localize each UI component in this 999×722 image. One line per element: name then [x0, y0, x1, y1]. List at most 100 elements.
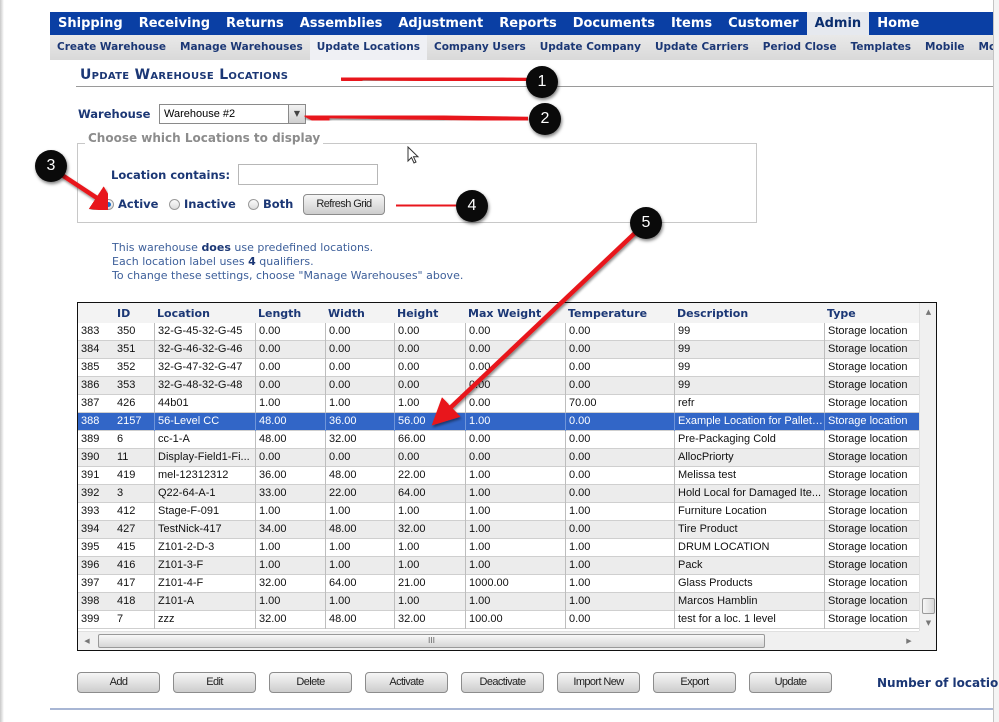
cell-height[interactable]: 1.00 [394, 593, 465, 611]
cell-max-weight[interactable]: 1.00 [465, 485, 565, 503]
cell-height[interactable]: 1.00 [394, 395, 465, 413]
cell-type[interactable]: Storage location [824, 539, 919, 557]
table-row[interactable]: 393 412 Stage-F-091 1.00 1.00 1.00 1.00 1.00 Fur… [78, 503, 919, 521]
main-nav-shipping[interactable]: Shipping [50, 12, 131, 35]
cell-height[interactable]: 0.00 [394, 449, 465, 467]
cell-max-weight[interactable]: 1000.00 [465, 575, 565, 593]
cell-row-number[interactable]: 394 [78, 521, 114, 539]
column-header-location[interactable]: Location [154, 303, 255, 323]
delete-button[interactable]: Delete [269, 672, 352, 693]
table-row[interactable]: 385 352 32-G-47-32-G-47 0.00 0.00 0.00 0.00 0.0… [78, 359, 919, 377]
sub-nav-movable[interactable]: Movab [972, 35, 993, 60]
cell-length[interactable]: 0.00 [255, 359, 325, 377]
cell-length[interactable]: 32.00 [255, 575, 325, 593]
cell-description[interactable]: Furniture Location [674, 503, 824, 521]
cell-width[interactable]: 0.00 [325, 449, 394, 467]
column-header-row-number[interactable] [78, 303, 114, 323]
cell-location[interactable]: Stage-F-091 [154, 503, 255, 521]
export-button[interactable]: Export [653, 672, 736, 693]
cell-location[interactable]: mel-12312312 [154, 467, 255, 485]
cell-max-weight[interactable]: 0.00 [465, 449, 565, 467]
cell-type[interactable]: Storage location [824, 395, 919, 413]
cell-description[interactable]: DRUM LOCATION [674, 539, 824, 557]
column-header-type[interactable]: Type [824, 303, 919, 323]
table-row[interactable]: 396 416 Z101-3-F 1.00 1.00 1.00 1.00 1.00 Pack St… [78, 557, 919, 575]
sub-nav-update-locations[interactable]: Update Locations [309, 35, 427, 60]
radio-button[interactable] [169, 198, 180, 210]
cell-temperature[interactable]: 0.00 [565, 359, 674, 377]
cell-width[interactable]: 1.00 [325, 593, 394, 611]
cell-width[interactable]: 0.00 [325, 377, 394, 395]
cell-row-number[interactable]: 388 [78, 413, 114, 431]
cell-row-number[interactable]: 387 [78, 395, 114, 413]
cell-height[interactable]: 32.00 [394, 521, 465, 539]
cell-description[interactable]: AllocPriorty [674, 449, 824, 467]
cell-type[interactable]: Storage location [824, 467, 919, 485]
cell-location[interactable]: Z101-2-D-3 [154, 539, 255, 557]
cell-location[interactable]: 32-G-47-32-G-47 [154, 359, 255, 377]
cell-type[interactable]: Storage location [824, 341, 919, 359]
cell-width[interactable]: 36.00 [325, 413, 394, 431]
horizontal-scrollbar[interactable]: ◀ III ▶ [78, 631, 919, 650]
cell-height[interactable]: 21.00 [394, 575, 465, 593]
cell-temperature[interactable]: 0.00 [565, 341, 674, 359]
cell-type[interactable]: Storage location [824, 377, 919, 395]
cell-row-number[interactable]: 396 [78, 557, 114, 575]
cell-row-number[interactable]: 390 [78, 449, 114, 467]
cell-temperature[interactable]: 0.00 [565, 323, 674, 341]
cell-type[interactable]: Storage location [824, 485, 919, 503]
cell-id[interactable]: 419 [114, 467, 154, 485]
cell-description[interactable]: 99 [674, 359, 824, 377]
sub-nav-mobile[interactable]: Mobile [918, 35, 972, 60]
cell-row-number[interactable]: 383 [78, 323, 114, 341]
cell-id[interactable]: 6 [114, 431, 154, 449]
cell-type[interactable]: Storage location [824, 449, 919, 467]
cell-description[interactable]: 99 [674, 323, 824, 341]
cell-row-number[interactable]: 392 [78, 485, 114, 503]
cell-id[interactable]: 2157 [114, 413, 154, 431]
cell-height[interactable]: 1.00 [394, 557, 465, 575]
cell-location[interactable]: 32-G-48-32-G-48 [154, 377, 255, 395]
cell-location[interactable]: 44b01 [154, 395, 255, 413]
cell-height[interactable]: 0.00 [394, 377, 465, 395]
cell-length[interactable]: 0.00 [255, 341, 325, 359]
main-nav-returns[interactable]: Returns [218, 12, 292, 35]
edit-button[interactable]: Edit [173, 672, 256, 693]
cell-width[interactable]: 1.00 [325, 557, 394, 575]
cell-width[interactable]: 48.00 [325, 521, 394, 539]
cell-temperature[interactable]: 1.00 [565, 503, 674, 521]
cell-location[interactable]: zzz [154, 611, 255, 629]
table-row[interactable]: 399 7 zzz 32.00 48.00 32.00 100.00 0.00 test for… [78, 611, 919, 629]
radio-active[interactable]: Active [103, 197, 158, 211]
cell-width[interactable]: 0.00 [325, 359, 394, 377]
main-nav-customer[interactable]: Customer [720, 12, 806, 35]
cell-id[interactable]: 418 [114, 593, 154, 611]
cell-location[interactable]: Z101-A [154, 593, 255, 611]
cell-location[interactable]: Q22-64-A-1 [154, 485, 255, 503]
cell-description[interactable]: Tire Product [674, 521, 824, 539]
vertical-scroll-thumb[interactable] [922, 598, 935, 614]
cell-id[interactable]: 412 [114, 503, 154, 521]
sub-nav-company-users[interactable]: Company Users [427, 35, 533, 60]
table-row[interactable]: 394 427 TestNick-417 34.00 48.00 32.00 1.00 0.0… [78, 521, 919, 539]
cell-width[interactable]: 1.00 [325, 503, 394, 521]
cell-height[interactable]: 32.00 [394, 611, 465, 629]
cell-width[interactable]: 48.00 [325, 467, 394, 485]
scroll-left-icon[interactable]: ◀ [79, 632, 95, 650]
column-header-id[interactable]: ID [114, 303, 154, 323]
vertical-scrollbar[interactable]: ▲ ▼ [919, 303, 936, 631]
cell-type[interactable]: Storage location [824, 575, 919, 593]
table-row[interactable]: 383 350 32-G-45-32-G-45 0.00 0.00 0.00 0.00 0.0… [78, 323, 919, 341]
cell-description[interactable]: Pack [674, 557, 824, 575]
cell-width[interactable]: 32.00 [325, 431, 394, 449]
cell-length[interactable]: 0.00 [255, 449, 325, 467]
cell-width[interactable]: 48.00 [325, 611, 394, 629]
cell-location[interactable]: TestNick-417 [154, 521, 255, 539]
cell-id[interactable]: 3 [114, 485, 154, 503]
scroll-right-icon[interactable]: ▶ [901, 632, 917, 650]
cell-row-number[interactable]: 391 [78, 467, 114, 485]
cell-type[interactable]: Storage location [824, 611, 919, 629]
table-row[interactable]: 384 351 32-G-46-32-G-46 0.00 0.00 0.00 0.00 0.0… [78, 341, 919, 359]
add-button[interactable]: Add [77, 672, 160, 693]
main-nav-receiving[interactable]: Receiving [131, 12, 218, 35]
